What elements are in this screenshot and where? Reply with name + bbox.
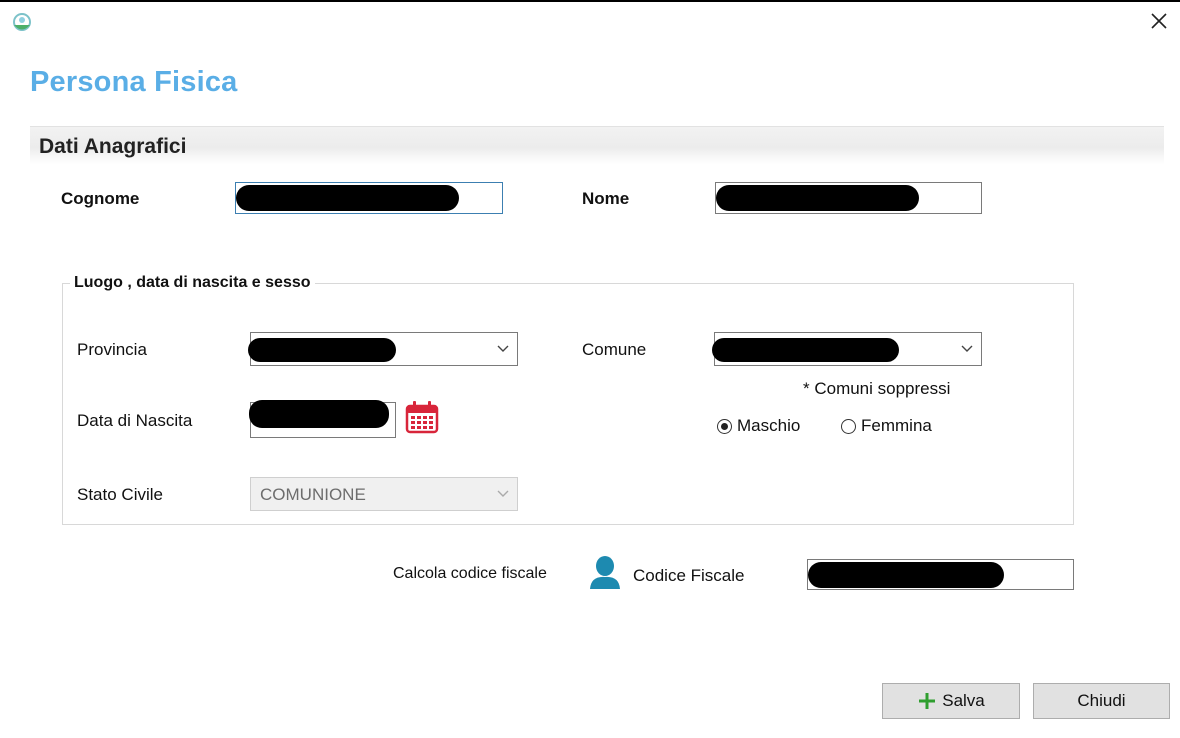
nome-input[interactable] [715, 182, 982, 214]
data-nascita-input[interactable] [249, 400, 396, 438]
plus-icon [919, 693, 936, 709]
codice-fiscale-label: Codice Fiscale [633, 566, 745, 585]
salva-button[interactable]: Salva [882, 683, 1020, 719]
person-icon[interactable] [587, 554, 623, 590]
femmina-radio-label: Femmina [861, 416, 932, 435]
chevron-down-icon [961, 345, 973, 352]
section-header-dati-anagrafici: Dati Anagrafici [30, 126, 1164, 165]
close-icon[interactable] [1148, 10, 1170, 32]
nascita-groupbox-legend: Luogo , data di nascita e sesso [70, 274, 315, 292]
provincia-select[interactable] [248, 332, 518, 366]
comuni-soppressi-link[interactable]: * Comuni soppressi [803, 379, 950, 399]
chiudi-button-label: Chiudi [1077, 691, 1126, 710]
maschio-radio-label: Maschio [737, 416, 801, 435]
redacted-value [712, 338, 899, 362]
stato-civile-value: COMUNIONE [260, 485, 366, 504]
section-header-label: Dati Anagrafici [39, 135, 187, 158]
comune-select[interactable] [712, 332, 982, 366]
provincia-label: Provincia [77, 340, 147, 359]
chevron-down-icon [497, 490, 509, 497]
calendar-icon[interactable] [405, 400, 439, 434]
calcola-codice-fiscale-label: Calcola codice fiscale [393, 565, 547, 582]
chevron-down-icon [497, 345, 509, 352]
app-logo-icon [13, 13, 31, 31]
redacted-value [236, 185, 459, 211]
page-title: Persona Fisica [30, 66, 238, 98]
radio-unchecked-icon [841, 418, 856, 434]
maschio-radio[interactable]: Maschio [717, 416, 800, 436]
redacted-value [248, 338, 396, 362]
salva-button-label: Salva [942, 691, 985, 710]
stato-civile-label: Stato Civile [77, 485, 163, 504]
redacted-value [249, 400, 389, 428]
stato-civile-select[interactable]: COMUNIONE [250, 477, 518, 511]
redacted-value [808, 562, 1004, 588]
femmina-radio[interactable]: Femmina [841, 416, 932, 436]
nascita-groupbox [62, 283, 1074, 525]
cognome-label: Cognome [61, 189, 140, 208]
window-top-border [0, 0, 1180, 2]
codice-fiscale-input[interactable] [807, 559, 1074, 590]
nome-label: Nome [582, 189, 630, 208]
radio-checked-icon [717, 418, 732, 434]
redacted-value [716, 185, 919, 211]
cognome-input[interactable] [235, 182, 503, 214]
chiudi-button[interactable]: Chiudi [1033, 683, 1170, 719]
data-nascita-label: Data di Nascita [77, 411, 193, 430]
comune-label: Comune [582, 340, 647, 359]
